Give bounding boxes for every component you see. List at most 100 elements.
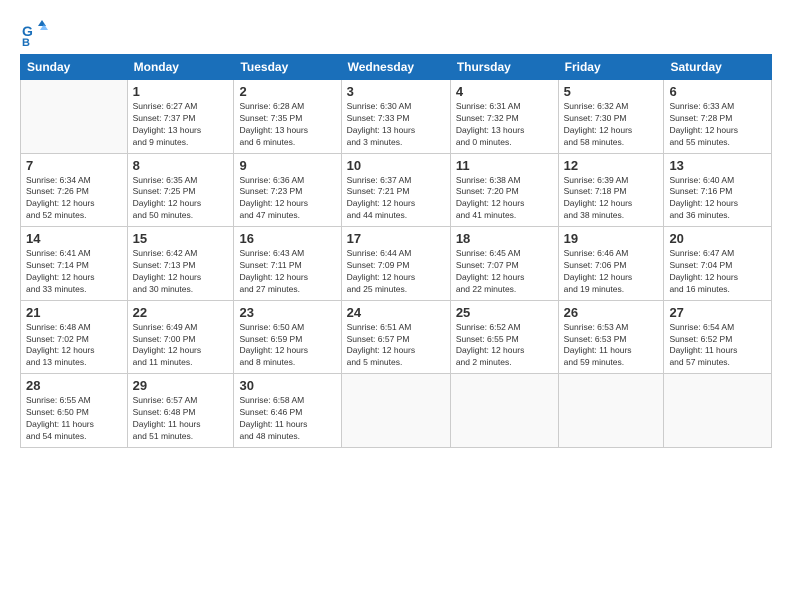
day-info: Sunrise: 6:30 AM Sunset: 7:33 PM Dayligh…	[347, 101, 445, 149]
calendar-cell: 10Sunrise: 6:37 AM Sunset: 7:21 PM Dayli…	[341, 153, 450, 227]
day-info: Sunrise: 6:50 AM Sunset: 6:59 PM Dayligh…	[239, 322, 335, 370]
day-info: Sunrise: 6:35 AM Sunset: 7:25 PM Dayligh…	[133, 175, 229, 223]
day-info: Sunrise: 6:47 AM Sunset: 7:04 PM Dayligh…	[669, 248, 766, 296]
day-number: 29	[133, 378, 229, 393]
day-number: 23	[239, 305, 335, 320]
day-number: 30	[239, 378, 335, 393]
calendar-cell: 12 Sunrise: 6:39 AM Sunset: 7:18 PM Dayli…	[558, 153, 664, 227]
day-info: Sunrise: 6:57 AM Sunset: 6:48 PM Dayligh…	[133, 395, 229, 443]
day-info: Sunrise: 6:54 AM Sunset: 6:52 PM Dayligh…	[669, 322, 766, 370]
calendar-cell	[21, 80, 128, 154]
day-number: 3	[347, 84, 445, 99]
day-info: Sunrise: 6:55 AM Sunset: 6:50 PM Dayligh…	[26, 395, 122, 443]
calendar-cell: 5 Sunrise: 6:32 AM Sunset: 7:30 PM Daylig…	[558, 80, 664, 154]
calendar-cell: 13Sunrise: 6:40 AM Sunset: 7:16 PM Dayli…	[664, 153, 772, 227]
calendar-cell: 8 Sunrise: 6:35 AM Sunset: 7:25 PM Daylig…	[127, 153, 234, 227]
weekday-header-saturday: Saturday	[664, 55, 772, 80]
day-info: Sunrise: 6:27 AM Sunset: 7:37 PM Dayligh…	[133, 101, 229, 149]
day-number: 4	[456, 84, 553, 99]
calendar-cell: 1 Sunrise: 6:27 AM Sunset: 7:37 PM Daylig…	[127, 80, 234, 154]
day-number: 1	[133, 84, 229, 99]
day-number: 27	[669, 305, 766, 320]
day-info: Sunrise: 6:43 AM Sunset: 7:11 PM Dayligh…	[239, 248, 335, 296]
calendar-week-1: 1 Sunrise: 6:27 AM Sunset: 7:37 PM Daylig…	[21, 80, 772, 154]
day-number: 17	[347, 231, 445, 246]
calendar-cell: 11 Sunrise: 6:38 AM Sunset: 7:20 PM Dayli…	[450, 153, 558, 227]
day-info: Sunrise: 6:48 AM Sunset: 7:02 PM Dayligh…	[26, 322, 122, 370]
day-info: Sunrise: 6:49 AM Sunset: 7:00 PM Dayligh…	[133, 322, 229, 370]
calendar-week-3: 14 Sunrise: 6:41 AM Sunset: 7:14 PM Dayli…	[21, 227, 772, 301]
day-info: Sunrise: 6:41 AM Sunset: 7:14 PM Dayligh…	[26, 248, 122, 296]
calendar-cell: 15Sunrise: 6:42 AM Sunset: 7:13 PM Dayli…	[127, 227, 234, 301]
day-number: 13	[669, 158, 766, 173]
day-number: 7	[26, 158, 122, 173]
calendar-header-row: SundayMondayTuesdayWednesdayThursdayFrid…	[21, 55, 772, 80]
day-number: 22	[133, 305, 229, 320]
day-info: Sunrise: 6:37 AM Sunset: 7:21 PM Dayligh…	[347, 175, 445, 223]
calendar-cell: 28Sunrise: 6:55 AM Sunset: 6:50 PM Dayli…	[21, 374, 128, 448]
calendar-cell: 29 Sunrise: 6:57 AM Sunset: 6:48 PM Dayli…	[127, 374, 234, 448]
day-number: 25	[456, 305, 553, 320]
day-info: Sunrise: 6:28 AM Sunset: 7:35 PM Dayligh…	[239, 101, 335, 149]
weekday-header-thursday: Thursday	[450, 55, 558, 80]
day-info: Sunrise: 6:34 AM Sunset: 7:26 PM Dayligh…	[26, 175, 122, 223]
day-number: 5	[564, 84, 659, 99]
day-info: Sunrise: 6:44 AM Sunset: 7:09 PM Dayligh…	[347, 248, 445, 296]
day-info: Sunrise: 6:52 AM Sunset: 6:55 PM Dayligh…	[456, 322, 553, 370]
day-info: Sunrise: 6:31 AM Sunset: 7:32 PM Dayligh…	[456, 101, 553, 149]
calendar-cell: 16 Sunrise: 6:43 AM Sunset: 7:11 PM Dayli…	[234, 227, 341, 301]
day-info: Sunrise: 6:36 AM Sunset: 7:23 PM Dayligh…	[239, 175, 335, 223]
calendar-cell	[341, 374, 450, 448]
weekday-header-monday: Monday	[127, 55, 234, 80]
page: G B SundayMondayTuesdayWednesdayThursday…	[0, 0, 792, 612]
header: G B	[20, 18, 772, 46]
calendar-cell: 26 Sunrise: 6:53 AM Sunset: 6:53 PM Dayli…	[558, 300, 664, 374]
day-number: 9	[239, 158, 335, 173]
calendar-week-2: 7 Sunrise: 6:34 AM Sunset: 7:26 PM Daylig…	[21, 153, 772, 227]
day-info: Sunrise: 6:42 AM Sunset: 7:13 PM Dayligh…	[133, 248, 229, 296]
day-number: 6	[669, 84, 766, 99]
calendar-cell: 23 Sunrise: 6:50 AM Sunset: 6:59 PM Dayli…	[234, 300, 341, 374]
logo-icon: G B	[20, 18, 48, 46]
calendar-cell	[450, 374, 558, 448]
calendar-cell: 24Sunrise: 6:51 AM Sunset: 6:57 PM Dayli…	[341, 300, 450, 374]
calendar-cell: 14 Sunrise: 6:41 AM Sunset: 7:14 PM Dayli…	[21, 227, 128, 301]
calendar-cell: 20 Sunrise: 6:47 AM Sunset: 7:04 PM Dayli…	[664, 227, 772, 301]
day-info: Sunrise: 6:39 AM Sunset: 7:18 PM Dayligh…	[564, 175, 659, 223]
logo: G B	[20, 18, 50, 46]
calendar-cell: 2Sunrise: 6:28 AM Sunset: 7:35 PM Daylig…	[234, 80, 341, 154]
calendar-cell: 6Sunrise: 6:33 AM Sunset: 7:28 PM Daylig…	[664, 80, 772, 154]
svg-text:B: B	[22, 37, 30, 46]
calendar-week-4: 21Sunrise: 6:48 AM Sunset: 7:02 PM Dayli…	[21, 300, 772, 374]
calendar-cell: 9 Sunrise: 6:36 AM Sunset: 7:23 PM Daylig…	[234, 153, 341, 227]
day-number: 16	[239, 231, 335, 246]
calendar-cell: 17 Sunrise: 6:44 AM Sunset: 7:09 PM Dayli…	[341, 227, 450, 301]
calendar-cell: 18 Sunrise: 6:45 AM Sunset: 7:07 PM Dayli…	[450, 227, 558, 301]
day-number: 20	[669, 231, 766, 246]
calendar-cell: 19Sunrise: 6:46 AM Sunset: 7:06 PM Dayli…	[558, 227, 664, 301]
calendar-cell: 7 Sunrise: 6:34 AM Sunset: 7:26 PM Daylig…	[21, 153, 128, 227]
calendar-cell: 21Sunrise: 6:48 AM Sunset: 7:02 PM Dayli…	[21, 300, 128, 374]
day-number: 14	[26, 231, 122, 246]
day-info: Sunrise: 6:58 AM Sunset: 6:46 PM Dayligh…	[239, 395, 335, 443]
day-info: Sunrise: 6:53 AM Sunset: 6:53 PM Dayligh…	[564, 322, 659, 370]
day-number: 26	[564, 305, 659, 320]
day-number: 11	[456, 158, 553, 173]
day-info: Sunrise: 6:32 AM Sunset: 7:30 PM Dayligh…	[564, 101, 659, 149]
day-info: Sunrise: 6:51 AM Sunset: 6:57 PM Dayligh…	[347, 322, 445, 370]
calendar-cell	[558, 374, 664, 448]
day-number: 8	[133, 158, 229, 173]
day-number: 12	[564, 158, 659, 173]
calendar-cell: 4 Sunrise: 6:31 AM Sunset: 7:32 PM Daylig…	[450, 80, 558, 154]
calendar-cell: 30 Sunrise: 6:58 AM Sunset: 6:46 PM Dayli…	[234, 374, 341, 448]
calendar-cell	[664, 374, 772, 448]
calendar-cell: 3 Sunrise: 6:30 AM Sunset: 7:33 PM Daylig…	[341, 80, 450, 154]
weekday-header-sunday: Sunday	[21, 55, 128, 80]
weekday-header-friday: Friday	[558, 55, 664, 80]
day-info: Sunrise: 6:45 AM Sunset: 7:07 PM Dayligh…	[456, 248, 553, 296]
day-number: 18	[456, 231, 553, 246]
day-info: Sunrise: 6:38 AM Sunset: 7:20 PM Dayligh…	[456, 175, 553, 223]
day-number: 19	[564, 231, 659, 246]
calendar-cell: 27 Sunrise: 6:54 AM Sunset: 6:52 PM Dayli…	[664, 300, 772, 374]
calendar-cell: 22 Sunrise: 6:49 AM Sunset: 7:00 PM Dayli…	[127, 300, 234, 374]
